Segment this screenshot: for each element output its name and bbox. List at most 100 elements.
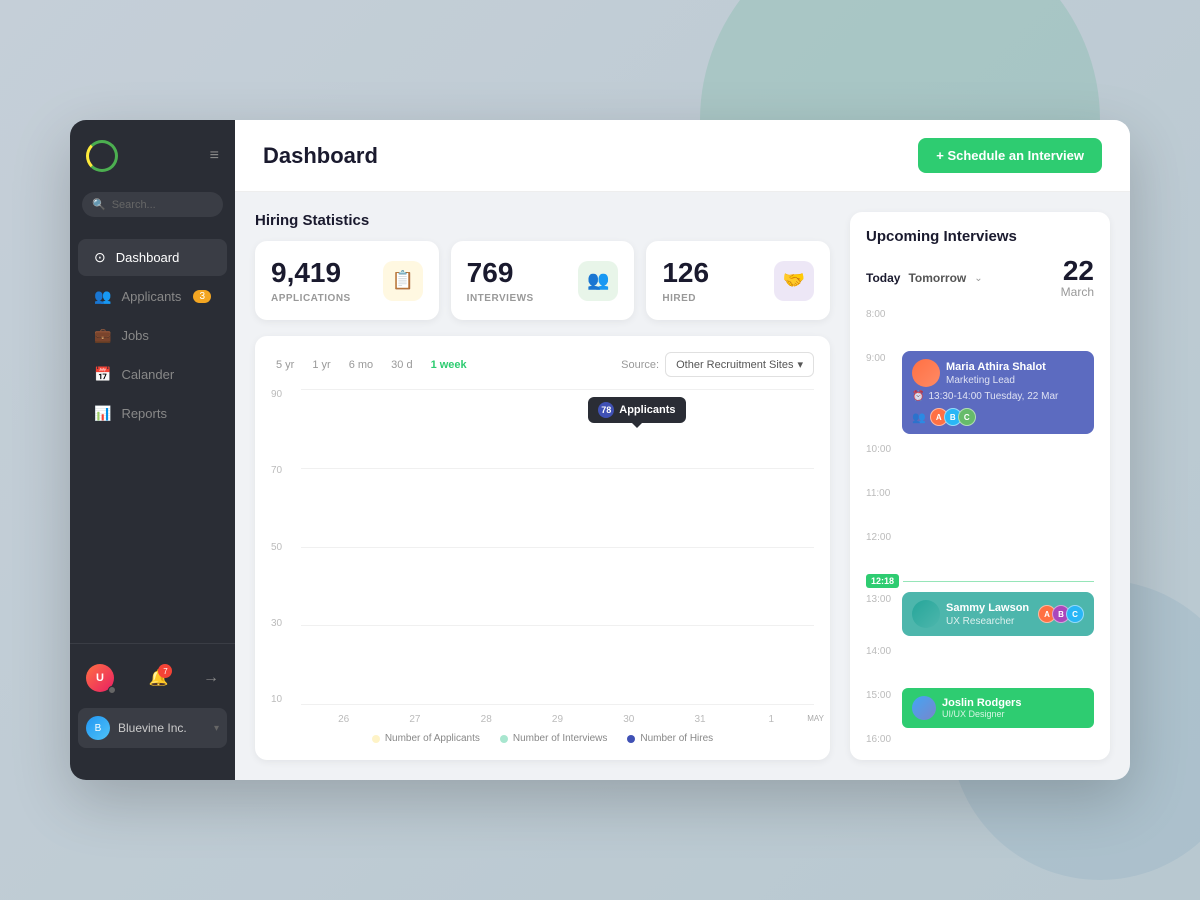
applications-icon: 📋: [383, 261, 423, 301]
main-header: Dashboard + Schedule an Interview: [235, 120, 1130, 192]
time-label-800: 8:00: [866, 307, 894, 320]
app-logo: [86, 140, 118, 172]
filter-6mo[interactable]: 6 mo: [344, 356, 378, 374]
time-slot-1400: 14:00: [866, 644, 1094, 684]
legend-label: Number of Interviews: [513, 733, 607, 744]
calendar-date: 22 March: [1061, 257, 1094, 299]
reports-icon: 📊: [94, 405, 111, 422]
stat-hired-left: 126 HIRED: [662, 257, 709, 304]
user-actions: U 🔔 7 →: [78, 656, 227, 700]
applicants-icon: 👥: [94, 288, 111, 305]
time-slot-1100: 11:00: [866, 486, 1094, 526]
calendar-arrow-icon[interactable]: ⌄: [974, 273, 982, 284]
event-role-joslin: UI/UX Designer: [942, 709, 1021, 719]
chart-panel: 5 yr 1 yr 6 mo 30 d 1 week Source: Other…: [255, 336, 830, 760]
tab-today[interactable]: Today: [866, 271, 900, 285]
search-input[interactable]: [112, 199, 213, 211]
source-filter: Source: Other Recruitment Sites ▾: [621, 352, 814, 377]
clock-icon: ⏰: [912, 391, 924, 402]
event-joslin[interactable]: Joslin Rodgers UI/UX Designer: [902, 688, 1094, 728]
legend-dot-interviews: [500, 735, 508, 743]
event-maria[interactable]: Maria Athira Shalot Marketing Lead ⏰ 13:…: [902, 351, 1094, 434]
notification-button[interactable]: 🔔 7: [149, 668, 169, 688]
filter-1week[interactable]: 1 week: [426, 356, 472, 374]
event-sammy[interactable]: Sammy Lawson UX Researcher A B C: [902, 592, 1094, 636]
nav-section: ⊙ Dashboard 👥 Applicants 3 💼 Jobs 📅 Cala…: [70, 237, 235, 643]
calendar-tabs: Today Tomorrow ⌄: [866, 271, 983, 285]
calendar-section-title: Upcoming Interviews: [866, 228, 1094, 245]
stat-applications-left: 9,419 APPLICATIONS: [271, 257, 351, 304]
y-label: 90: [271, 389, 301, 400]
search-bar[interactable]: 🔍: [82, 192, 223, 217]
search-icon: 🔍: [92, 198, 106, 211]
empty-slot: [902, 732, 1094, 744]
sidebar-bottom: U 🔔 7 → B Bluevine Inc. ▾: [70, 643, 235, 760]
time-slot-1300: 13:00 Sammy Lawson UX Researcher A: [866, 592, 1094, 640]
chart-legend: Number of Applicants Number of Interview…: [271, 725, 814, 744]
sidebar-item-reports[interactable]: 📊 Reports: [78, 395, 227, 432]
time-slot-1600: 16:00: [866, 732, 1094, 744]
avatar-sammy: [912, 600, 940, 628]
legend-hires: Number of Hires: [627, 733, 713, 744]
tooltip-value: 78: [598, 402, 614, 418]
user-avatar[interactable]: U: [86, 664, 114, 692]
event-person-row-sammy: Sammy Lawson UX Researcher A B C: [912, 600, 1084, 628]
logout-button[interactable]: →: [203, 669, 219, 687]
left-panel: Hiring Statistics 9,419 APPLICATIONS 📋 7…: [255, 212, 830, 760]
main-body: Hiring Statistics 9,419 APPLICATIONS 📋 7…: [235, 192, 1130, 780]
empty-slot: [902, 307, 1094, 343]
people-icon: 👥: [912, 411, 926, 424]
filter-1yr[interactable]: 1 yr: [307, 356, 335, 374]
y-label: 30: [271, 618, 301, 629]
sidebar-item-calendar[interactable]: 📅 Calander: [78, 356, 227, 393]
sidebar-item-applicants[interactable]: 👥 Applicants 3: [78, 278, 227, 315]
x-label: 31: [667, 714, 732, 725]
attendee-avatar: C: [1066, 605, 1084, 623]
time-slots: 8:00 9:00 Maria Athira Shalot Marketing …: [866, 307, 1094, 744]
x-label: 29: [525, 714, 590, 725]
sidebar-item-label: Applicants: [121, 289, 181, 304]
sidebar-item-dashboard[interactable]: ⊙ Dashboard: [78, 239, 227, 276]
chart-controls: 5 yr 1 yr 6 mo 30 d 1 week Source: Other…: [271, 352, 814, 377]
time-slot-1000: 10:00: [866, 442, 1094, 482]
legend-dot-applicants: [372, 735, 380, 743]
time-slot-900: 9:00 Maria Athira Shalot Marketing Lead: [866, 351, 1094, 438]
legend-label: Number of Hires: [640, 733, 713, 744]
applications-label: APPLICATIONS: [271, 293, 351, 304]
company-name: Bluevine Inc.: [118, 721, 206, 735]
sidebar-header: ≡: [70, 140, 235, 192]
x-labels: 2627282930311MAY: [301, 714, 814, 725]
time-slot-800: 8:00: [866, 307, 1094, 347]
hiring-statistics-section: Hiring Statistics 9,419 APPLICATIONS 📋 7…: [255, 212, 830, 320]
sidebar-item-jobs[interactable]: 💼 Jobs: [78, 317, 227, 354]
x-label: 27: [382, 714, 447, 725]
sidebar-item-label: Reports: [121, 406, 167, 421]
time-label-1500: 15:00: [866, 688, 894, 701]
company-icon: B: [86, 716, 110, 740]
legend-interviews: Number of Interviews: [500, 733, 607, 744]
applicants-badge: 3: [193, 290, 211, 303]
filter-5yr[interactable]: 5 yr: [271, 356, 299, 374]
main-content: Dashboard + Schedule an Interview Hiring…: [235, 120, 1130, 780]
legend-applicants: Number of Applicants: [372, 733, 480, 744]
company-selector[interactable]: B Bluevine Inc. ▾: [78, 708, 227, 748]
hired-label: HIRED: [662, 293, 709, 304]
time-label-1300: 13:00: [866, 592, 894, 605]
calendar-month: March: [1061, 285, 1094, 299]
stat-interviews-left: 769 INTERVIEWS: [467, 257, 534, 304]
tab-tomorrow[interactable]: Tomorrow: [908, 271, 966, 285]
empty-slot: [902, 486, 1094, 522]
legend-label: Number of Applicants: [385, 733, 480, 744]
stats-row: 9,419 APPLICATIONS 📋 769 INTERVIEWS 👥: [255, 241, 830, 320]
time-slot-1500: 15:00 Joslin Rodgers UI/UX Designer: [866, 688, 1094, 728]
sidebar-item-label: Dashboard: [116, 250, 180, 265]
calendar-header: Today Tomorrow ⌄ 22 March: [866, 257, 1094, 299]
menu-icon[interactable]: ≡: [210, 147, 219, 165]
filter-30d[interactable]: 30 d: [386, 356, 417, 374]
avatar-joslin: [912, 696, 936, 720]
schedule-interview-button[interactable]: + Schedule an Interview: [918, 138, 1102, 173]
stat-applications: 9,419 APPLICATIONS 📋: [255, 241, 439, 320]
chart-area: 10 30 50 70 90 78 Applicants: [271, 389, 814, 744]
source-select[interactable]: Other Recruitment Sites ▾: [665, 352, 814, 377]
attendee-avatars: A B C: [930, 408, 976, 426]
